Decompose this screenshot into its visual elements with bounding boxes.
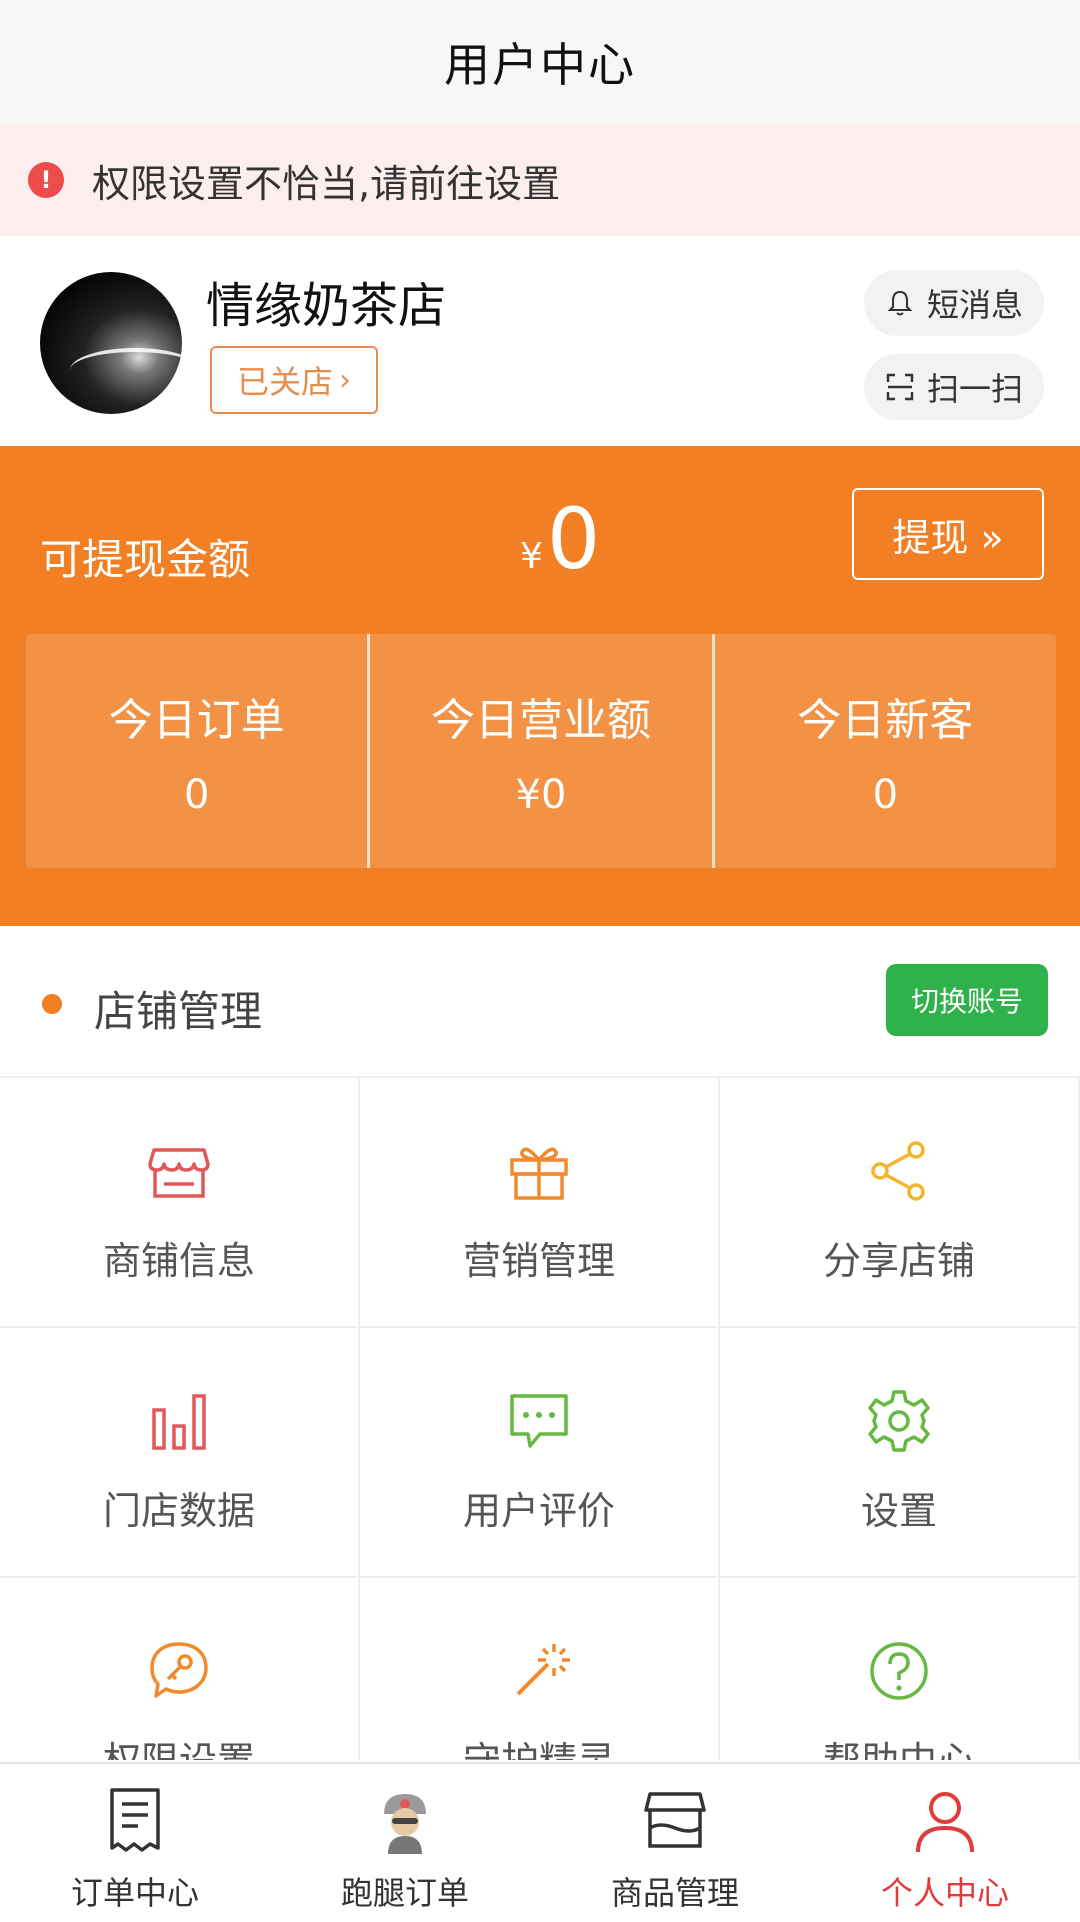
tab-label: 商品管理 — [610, 1874, 739, 1912]
alert-text: 权限设置不恰当,请前往设置 — [92, 161, 561, 206]
stat-value: ¥0 — [515, 772, 567, 818]
stat-value: 0 — [872, 772, 899, 818]
grid-item-label: 设置 — [860, 1489, 937, 1533]
grid-item-help-center[interactable]: 帮助中心 — [720, 1578, 1080, 1760]
grid-item-settings[interactable]: 设置 — [720, 1328, 1080, 1578]
gift-icon — [510, 1147, 568, 1200]
chevron-right-icon: › — [339, 362, 351, 398]
store-management-grid: 商铺信息 营销管理 分享店铺 门店数据 用户评价 设置 — [0, 1078, 1080, 1760]
stat-label: 今日订单 — [108, 695, 285, 746]
magic-wand-icon — [516, 1644, 570, 1696]
grid-item-label: 商铺信息 — [102, 1239, 255, 1283]
grid-item-label: 帮助中心 — [823, 1730, 975, 1760]
courier-icon — [384, 1794, 426, 1854]
grid-item-marketing[interactable]: 营销管理 — [360, 1078, 720, 1328]
shop-status-button[interactable]: 已关店 › — [210, 346, 378, 414]
withdrawable-label: 可提现金额 — [40, 535, 251, 584]
tab-label: 跑腿订单 — [340, 1874, 469, 1912]
store-management-header: 店铺管理 切换账号 — [0, 926, 1080, 1078]
switch-account-button[interactable]: 切换账号 — [886, 964, 1048, 1036]
box-icon — [644, 1792, 706, 1848]
grid-item-label: 营销管理 — [462, 1239, 615, 1283]
messages-label: 短消息 — [926, 286, 1023, 324]
header: 用户中心 — [0, 0, 1080, 124]
stat-today-revenue[interactable]: 今日营业额 ¥0 — [367, 634, 711, 868]
tab-label: 订单中心 — [70, 1874, 199, 1912]
shop-status-label: 已关店 — [236, 363, 333, 401]
store-icon — [148, 1148, 210, 1198]
stat-label: 今日新客 — [797, 695, 974, 746]
grid-item-user-reviews[interactable]: 用户评价 — [360, 1328, 720, 1578]
scan-button[interactable]: 扫一扫 — [864, 354, 1044, 420]
bar-chart-icon — [152, 1394, 206, 1450]
messages-button[interactable]: 短消息 — [864, 270, 1044, 336]
permission-alert[interactable]: ! 权限设置不恰当,请前往设置 — [0, 124, 1080, 236]
section-title: 店铺管理 — [94, 987, 263, 1036]
stat-value: 0 — [183, 772, 210, 818]
section-dot — [42, 994, 62, 1014]
scan-label: 扫一扫 — [926, 370, 1023, 408]
withdraw-button[interactable]: 提现 » — [852, 488, 1044, 580]
comment-icon — [510, 1394, 568, 1448]
gear-icon — [868, 1390, 930, 1452]
grid-item-label: 权限设置 — [103, 1730, 255, 1760]
stat-today-new-customers[interactable]: 今日新客 0 — [711, 634, 1056, 868]
stat-label: 今日营业额 — [430, 695, 651, 746]
key-chat-icon — [150, 1642, 208, 1698]
avatar[interactable] — [40, 272, 182, 414]
grid-item-label: 分享店铺 — [822, 1239, 975, 1283]
share-icon — [871, 1141, 925, 1201]
page-title: 用户中心 — [444, 38, 636, 92]
scan-icon — [886, 373, 914, 401]
grid-item-label: 用户评价 — [462, 1489, 615, 1533]
tab-product-management[interactable]: 商品管理 — [540, 1764, 810, 1922]
tab-order-center[interactable]: 订单中心 — [0, 1764, 270, 1922]
tab-label: 个人中心 — [880, 1874, 1009, 1912]
bell-icon — [887, 290, 913, 316]
grid-item-store-info[interactable]: 商铺信息 — [0, 1078, 360, 1328]
withdrawable-amount: ¥0 — [520, 490, 600, 588]
grid-item-store-data[interactable]: 门店数据 — [0, 1328, 360, 1578]
grid-item-share-store[interactable]: 分享店铺 — [720, 1078, 1080, 1328]
grid-item-label: 门店数据 — [102, 1489, 255, 1533]
help-icon — [870, 1642, 928, 1700]
tab-errand-orders[interactable]: 跑腿订单 — [270, 1764, 540, 1922]
amount-value: 0 — [546, 490, 601, 588]
today-stats: 今日订单 0 今日营业额 ¥0 今日新客 0 — [26, 634, 1056, 868]
tab-personal-center[interactable]: 个人中心 — [810, 1764, 1080, 1922]
shop-profile: 情缘奶茶店 已关店 › 短消息 扫一扫 — [0, 236, 1080, 446]
grid-item-label: 守护精灵 — [463, 1730, 615, 1760]
grid-item-permission-settings[interactable]: 权限设置 — [0, 1578, 360, 1760]
stat-today-orders[interactable]: 今日订单 0 — [26, 634, 367, 868]
wallet-panel: 可提现金额 ¥0 提现 » 今日订单 0 今日营业额 ¥0 今日新客 0 — [0, 446, 1080, 926]
bottom-tab-bar: 订单中心 跑腿订单 商品管理 个人中心 — [0, 1762, 1080, 1922]
shop-name: 情缘奶茶店 — [206, 278, 447, 334]
currency-symbol: ¥ — [520, 536, 543, 577]
document-icon — [110, 1788, 160, 1852]
alert-icon: ! — [28, 162, 64, 198]
person-icon — [916, 1792, 974, 1853]
grid-item-guardian[interactable]: 守护精灵 — [360, 1578, 720, 1760]
